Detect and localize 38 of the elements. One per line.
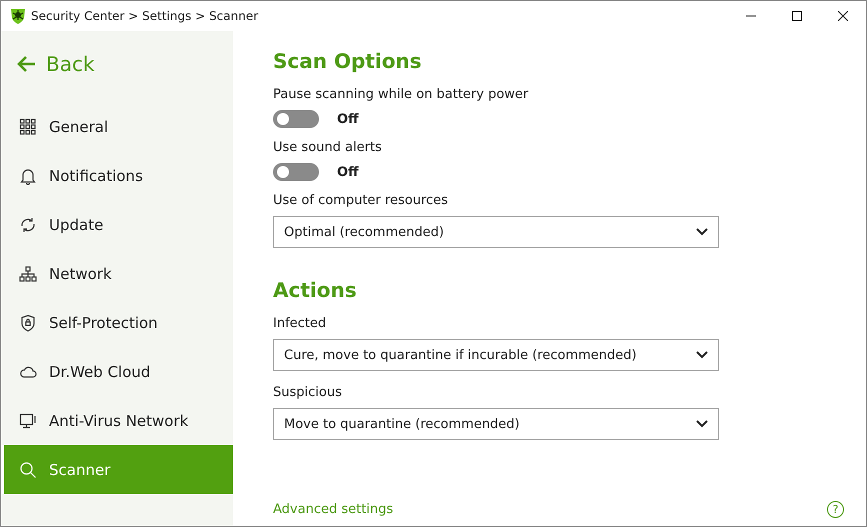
sidebar-item[interactable]: Dr.Web Cloud <box>1 347 233 396</box>
setting-label: Pause scanning while on battery power <box>273 87 530 102</box>
sidebar-item[interactable]: Notifications <box>1 151 233 200</box>
refresh-icon <box>19 216 37 234</box>
dropdown[interactable]: Move to quarantine (recommended) <box>273 408 719 440</box>
toggle-switch[interactable] <box>273 163 319 181</box>
bell-icon <box>19 166 37 184</box>
advanced-settings-link[interactable]: Advanced settings <box>273 502 394 517</box>
app-logo-icon <box>9 8 27 24</box>
network-icon <box>19 264 37 282</box>
chevron-down-icon <box>696 420 708 428</box>
setting-label: Use sound alerts <box>273 140 383 155</box>
sidebar-item[interactable]: Network <box>1 249 233 298</box>
setting-label: Infected <box>273 316 328 331</box>
chevron-down-icon <box>696 351 708 359</box>
close-icon <box>838 11 848 21</box>
toggle-state: Off <box>337 164 359 180</box>
shield-icon <box>19 314 37 332</box>
setting-label: Suspicious <box>273 385 343 400</box>
grid-icon <box>19 118 37 136</box>
sidebar-item[interactable]: Self-Protection <box>1 298 233 347</box>
dropdown[interactable]: Optimal (recommended) <box>273 216 719 248</box>
section-heading: Scan Options <box>273 49 423 73</box>
section-heading: Actions <box>273 278 358 302</box>
toggle-switch[interactable] <box>273 110 319 128</box>
toggle-state: Off <box>337 112 359 126</box>
search-icon <box>19 460 37 478</box>
window-title: Security Center > Settings > Scanner <box>31 9 258 23</box>
chevron-down-icon <box>696 228 708 236</box>
maximize-icon <box>792 11 802 21</box>
back-arrow-icon <box>16 54 36 72</box>
dropdown[interactable]: Cure, move to quarantine if incurable (recommended) <box>273 339 719 371</box>
monitor-icon <box>19 412 37 430</box>
help-button[interactable]: ? <box>827 501 844 518</box>
sidebar-item[interactable]: Update <box>1 200 233 249</box>
sidebar-item[interactable]: Anti-Virus Network <box>1 396 233 445</box>
setting-label: Use of computer resources <box>273 193 449 208</box>
sidebar-item[interactable]: General <box>1 102 233 151</box>
